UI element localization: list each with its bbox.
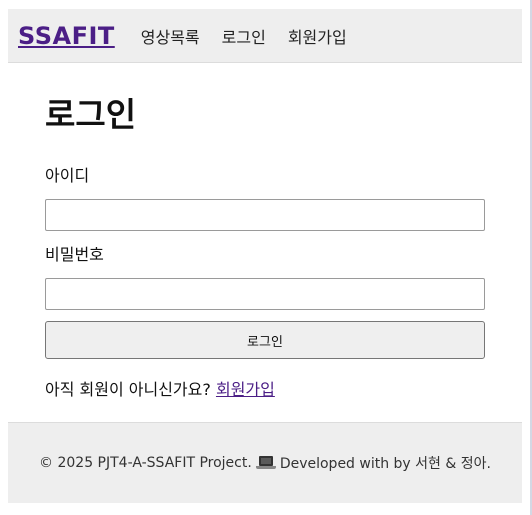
signup-prompt: 아직 회원이 아니신가요? 회원가입 <box>45 376 485 400</box>
brand-logo-link[interactable]: SSAFIT <box>18 22 115 50</box>
nav-link-login[interactable]: 로그인 <box>222 24 266 48</box>
signup-link[interactable]: 회원가입 <box>216 380 275 399</box>
footer-copyright: © 2025 PJT4-A-SSAFIT Project. <box>39 455 252 471</box>
footer: © 2025 PJT4-A-SSAFIT Project. Developed … <box>8 422 522 503</box>
nav-link-video-list[interactable]: 영상목록 <box>141 24 200 48</box>
nav-link-signup[interactable]: 회원가입 <box>288 24 347 48</box>
laptop-icon <box>255 456 276 470</box>
password-label: 비밀번호 <box>45 245 104 264</box>
page-title: 로그인 <box>45 95 137 134</box>
id-input[interactable] <box>45 199 485 231</box>
signup-prompt-text: 아직 회원이 아니신가요? <box>45 380 211 399</box>
login-button[interactable]: 로그인 <box>45 321 485 359</box>
navbar: SSAFIT 영상목록 로그인 회원가입 <box>8 9 522 63</box>
password-input[interactable] <box>45 278 485 310</box>
footer-credit: Developed with by 서현 & 정아. <box>279 456 491 472</box>
id-label: 아이디 <box>45 166 90 185</box>
login-form: 로그인 아이디 비밀번호 로그인 아직 회원이 아니신가요? 회원가입 <box>45 90 485 400</box>
